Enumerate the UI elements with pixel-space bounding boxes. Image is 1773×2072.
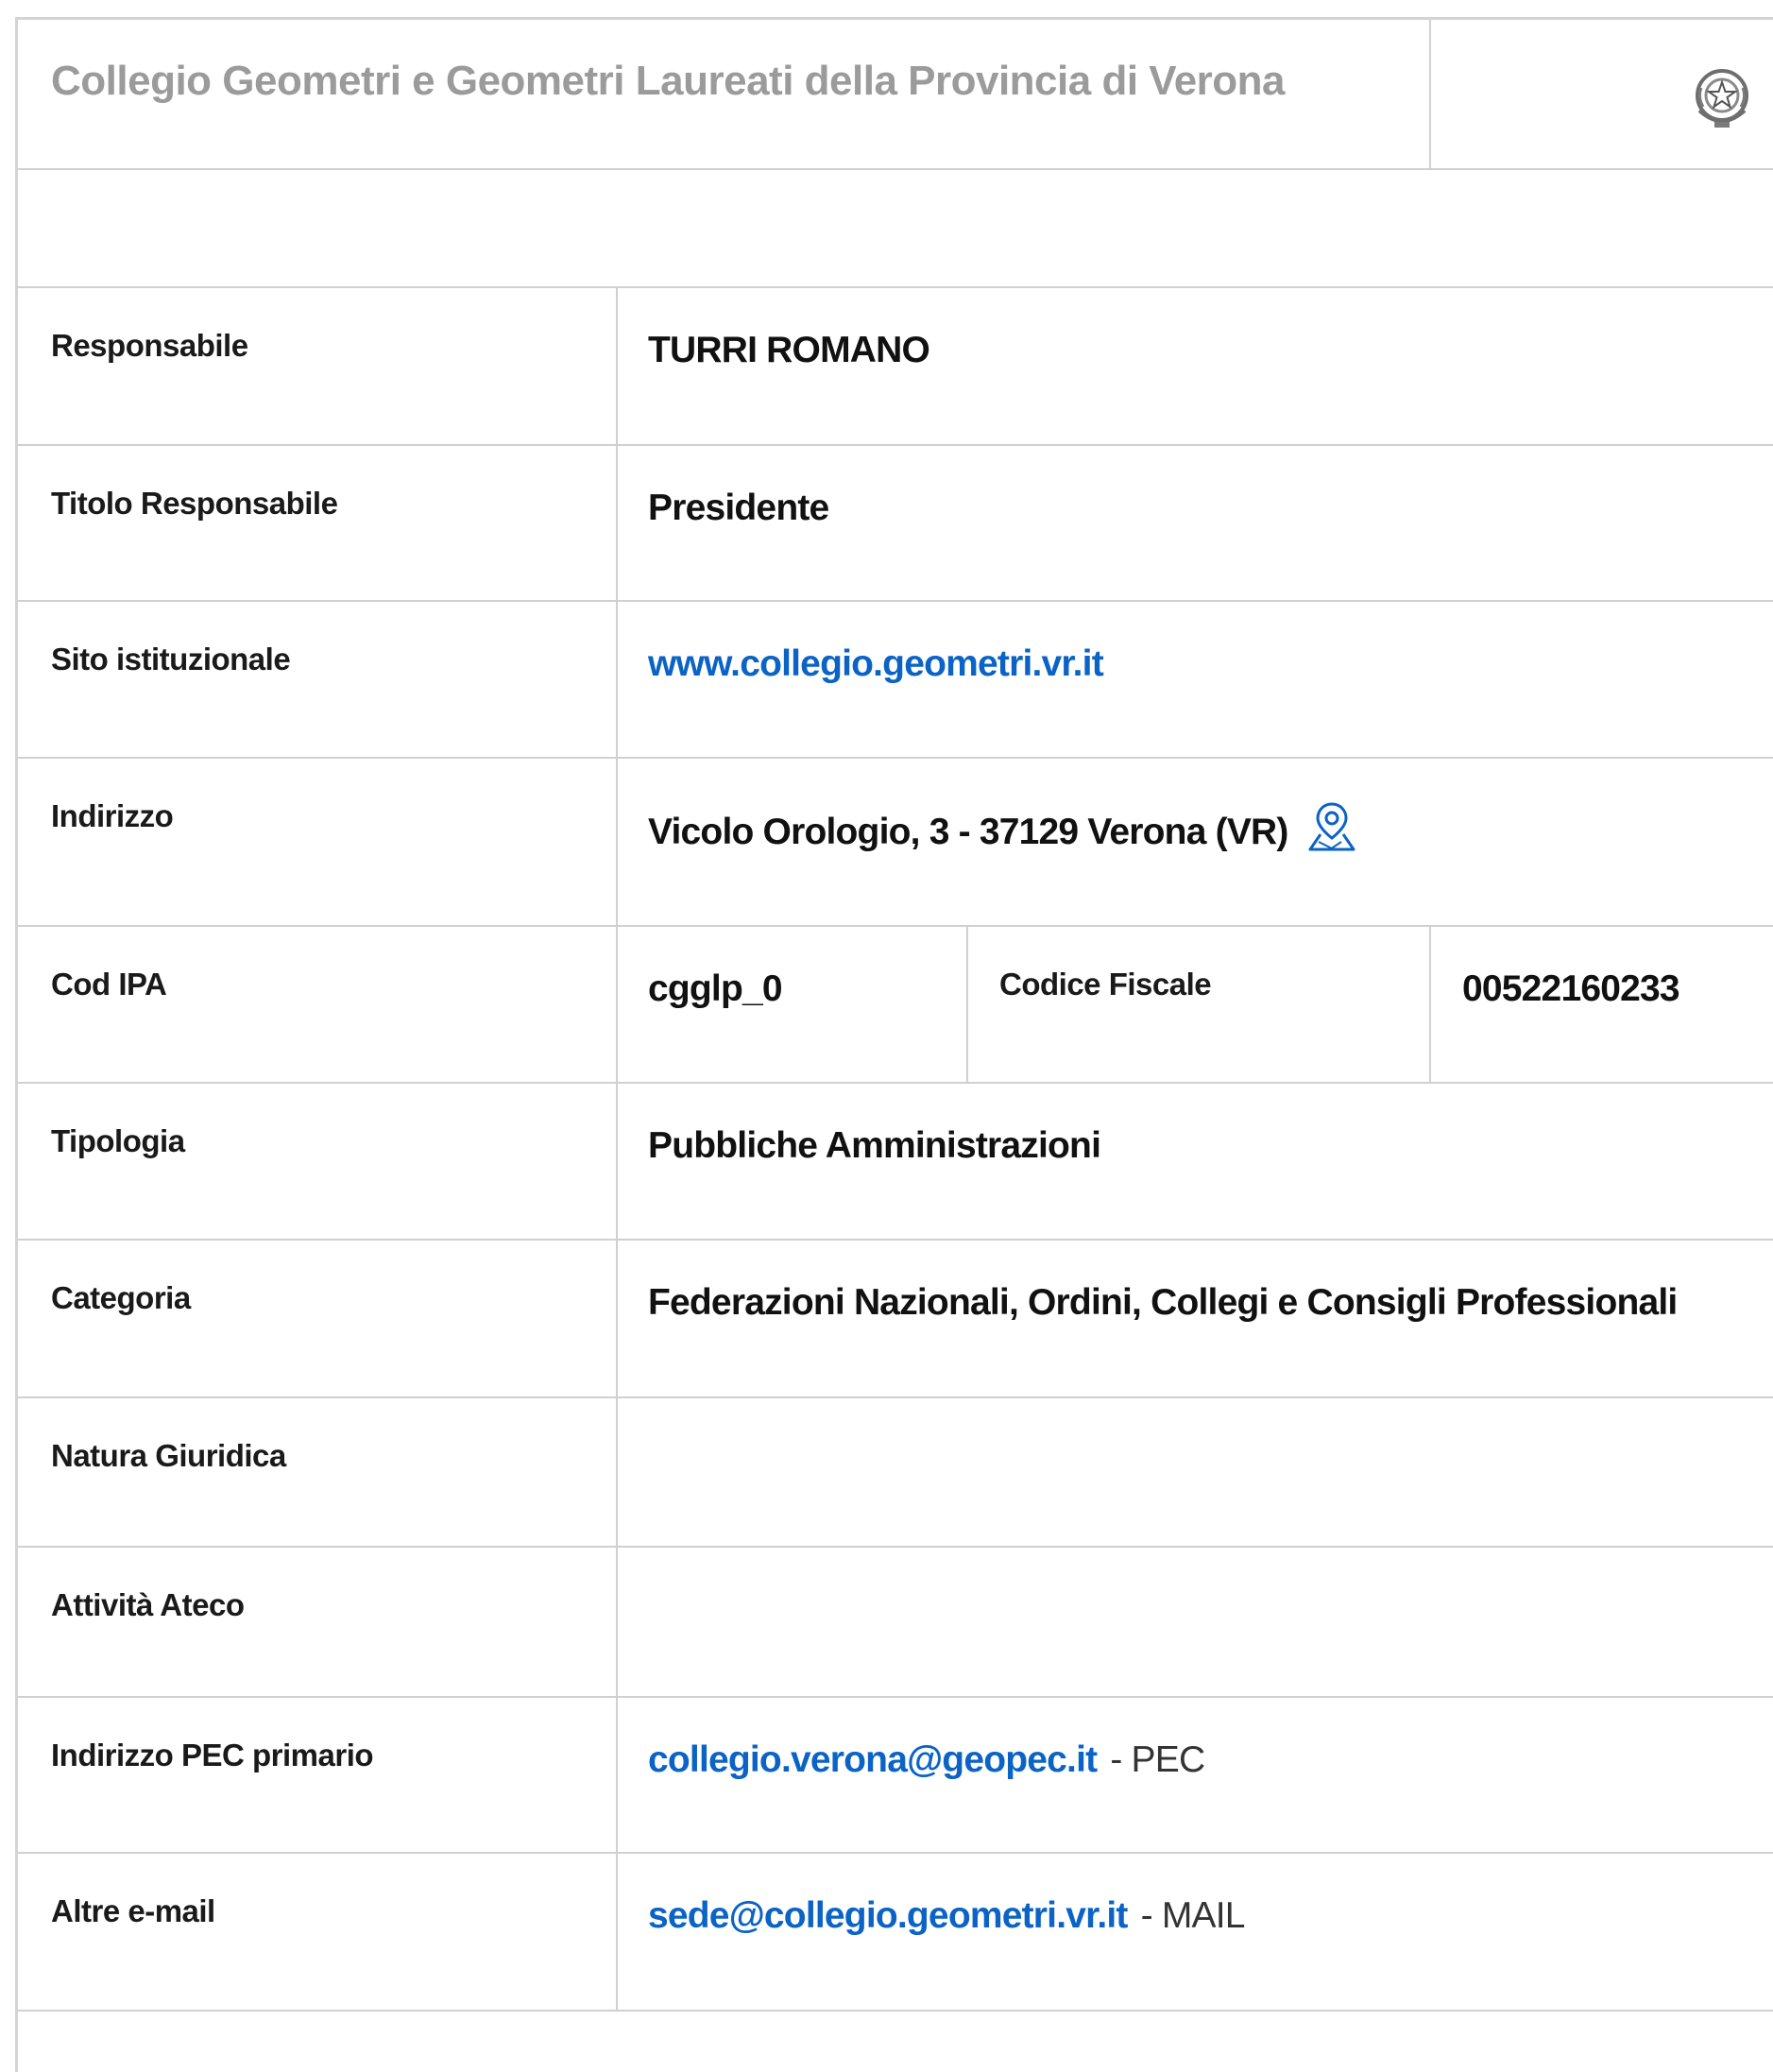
codice-fiscale-value: 00522160233 bbox=[1462, 968, 1680, 1009]
entity-title: Collegio Geometri e Geometri Laureati de… bbox=[51, 58, 1286, 104]
row-tipologia: Tipologia Pubbliche Amministrazioni bbox=[18, 1084, 1773, 1241]
tipologia-label: Tipologia bbox=[51, 1123, 185, 1158]
pec-email-link[interactable]: collegio.verona@geopec.it bbox=[648, 1739, 1098, 1780]
indirizzo-value-wrap: Vicolo Orologio, 3 - 37129 Verona (VR) bbox=[648, 800, 1358, 853]
row-pec: Indirizzo PEC primario collegio.verona@g… bbox=[18, 1698, 1773, 1854]
altre-email-value-wrap: sede@collegio.geometri.vr.it - MAIL bbox=[648, 1895, 1245, 1937]
row-titolo-responsabile: Titolo Responsabile Presidente bbox=[18, 446, 1773, 602]
pec-value-wrap: collegio.verona@geopec.it - PEC bbox=[648, 1739, 1205, 1781]
sito-istituzionale-label: Sito istituzionale bbox=[51, 642, 291, 676]
categoria-label: Categoria bbox=[51, 1280, 191, 1315]
responsabile-label: Responsabile bbox=[51, 328, 248, 363]
row-responsabile: Responsabile TURRI ROMANO bbox=[18, 288, 1773, 446]
row-indirizzo: Indirizzo Vicolo Orologio, 3 - 37129 Ver… bbox=[18, 759, 1773, 927]
row-natura-giuridica: Natura Giuridica bbox=[18, 1398, 1773, 1548]
altre-email-link[interactable]: sede@collegio.geometri.vr.it bbox=[648, 1895, 1128, 1936]
categoria-value: Federazioni Nazionali, Ordini, Collegi e… bbox=[648, 1282, 1678, 1323]
altre-email-suffix: - MAIL bbox=[1140, 1895, 1246, 1936]
map-pin-icon[interactable] bbox=[1305, 800, 1358, 853]
tipologia-value: Pubbliche Amministrazioni bbox=[648, 1125, 1101, 1166]
titolo-responsabile-label: Titolo Responsabile bbox=[51, 486, 338, 521]
indirizzo-value: Vicolo Orologio, 3 - 37129 Verona (VR) bbox=[648, 812, 1288, 852]
spacer-row bbox=[18, 170, 1773, 288]
codice-fiscale-divider bbox=[1429, 927, 1431, 1082]
cod-ipa-label: Cod IPA bbox=[51, 967, 167, 1002]
header-row: Collegio Geometri e Geometri Laureati de… bbox=[18, 20, 1773, 170]
row-cod-ipa: Cod IPA cgglp_0 Codice Fiscale 005221602… bbox=[18, 927, 1773, 1084]
entity-detail-card: Collegio Geometri e Geometri Laureati de… bbox=[15, 17, 1773, 2072]
italian-republic-emblem-icon bbox=[1696, 69, 1748, 128]
header-divider bbox=[1429, 20, 1431, 168]
cod-ipa-value: cgglp_0 bbox=[648, 968, 783, 1009]
cod-ipa-divider bbox=[966, 927, 968, 1082]
pec-suffix: - PEC bbox=[1110, 1739, 1205, 1780]
pec-label: Indirizzo PEC primario bbox=[51, 1738, 374, 1772]
sito-istituzionale-link[interactable]: www.collegio.geometri.vr.it bbox=[648, 643, 1104, 685]
responsabile-value: TURRI ROMANO bbox=[648, 330, 930, 370]
row-attivita-ateco: Attività Ateco bbox=[18, 1548, 1773, 1698]
altre-email-label: Altre e-mail bbox=[51, 1893, 215, 1928]
indirizzo-label: Indirizzo bbox=[51, 798, 174, 833]
attivita-ateco-label: Attività Ateco bbox=[51, 1587, 245, 1622]
natura-giuridica-label: Natura Giuridica bbox=[51, 1438, 286, 1473]
titolo-responsabile-value: Presidente bbox=[648, 488, 829, 528]
row-altre-email: Altre e-mail sede@collegio.geometri.vr.i… bbox=[18, 1854, 1773, 2012]
row-sito-istituzionale: Sito istituzionale www.collegio.geometri… bbox=[18, 602, 1773, 759]
codice-fiscale-label: Codice Fiscale bbox=[999, 967, 1212, 1002]
row-categoria: Categoria Federazioni Nazionali, Ordini,… bbox=[18, 1241, 1773, 1398]
